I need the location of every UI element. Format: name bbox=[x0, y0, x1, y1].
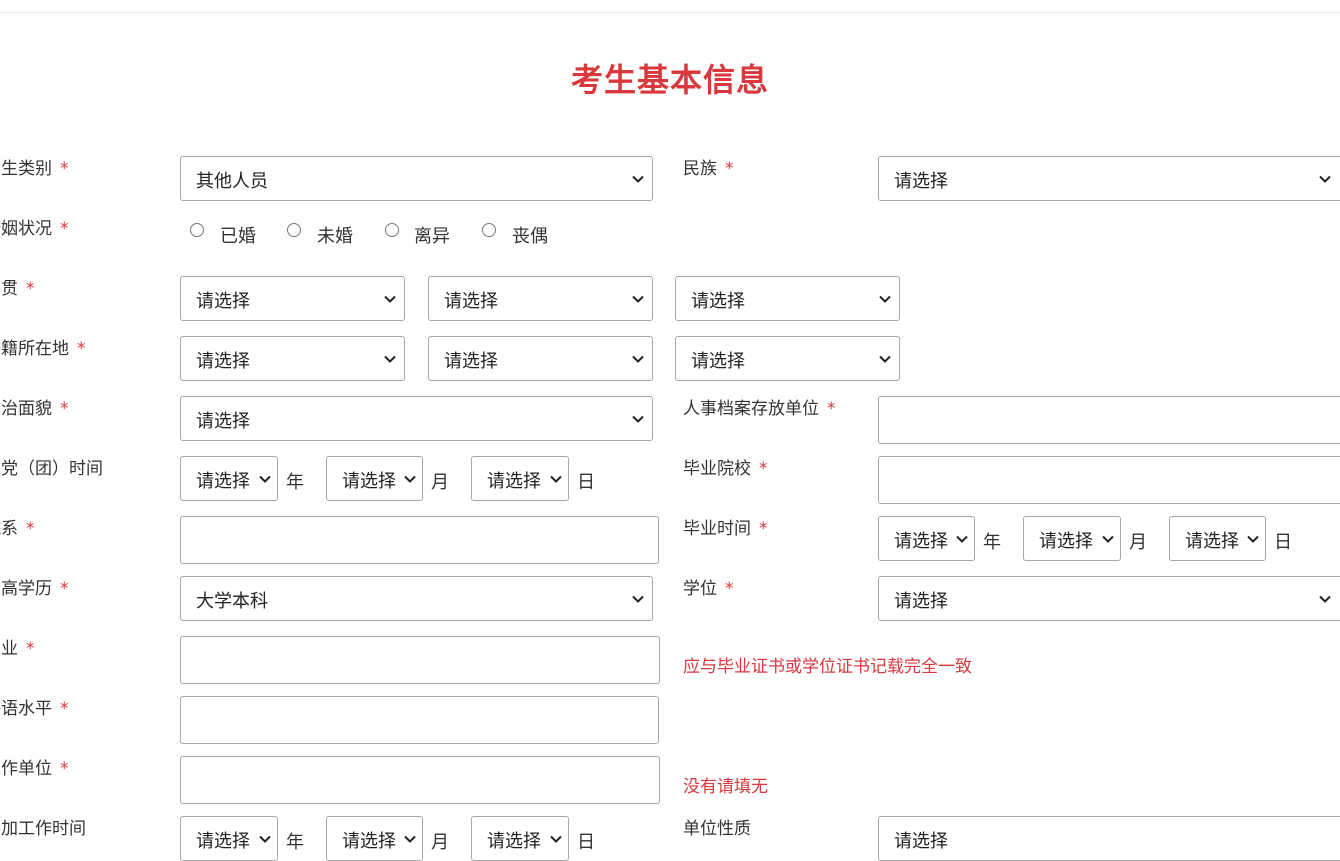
label-native-place: 籍贯* bbox=[0, 279, 35, 299]
radio-married[interactable] bbox=[190, 223, 204, 237]
unit-nature-select[interactable]: 请选择 bbox=[878, 816, 1340, 861]
unit-day: 日 bbox=[577, 472, 595, 493]
chevron-down-icon bbox=[879, 295, 891, 303]
label-department: 院系* bbox=[0, 519, 35, 539]
chevron-down-icon bbox=[1247, 535, 1259, 543]
party-year-select[interactable]: 请选择 bbox=[180, 456, 278, 501]
work-year-select[interactable]: 请选择 bbox=[180, 816, 278, 861]
label-unit-nature: 单位性质 bbox=[683, 819, 751, 839]
label-ethnicity: 民族 * bbox=[683, 159, 734, 179]
page-title: 考生基本信息 bbox=[570, 61, 769, 99]
radio-divorced[interactable] bbox=[385, 223, 399, 237]
archive-unit-input[interactable] bbox=[878, 396, 1340, 444]
language-input[interactable] bbox=[180, 696, 659, 744]
radio-unmarried[interactable] bbox=[287, 223, 301, 237]
unit-day: 日 bbox=[577, 832, 595, 853]
radio-label-widowed: 丧偶 bbox=[512, 226, 548, 247]
chevron-down-icon bbox=[259, 475, 271, 483]
chevron-down-icon bbox=[550, 475, 562, 483]
unit-year: 年 bbox=[983, 532, 1001, 553]
chevron-down-icon bbox=[550, 835, 562, 843]
chevron-down-icon bbox=[879, 355, 891, 363]
household-province-select[interactable]: 请选择 bbox=[180, 336, 405, 381]
label-party-date: 入党（团）时间 bbox=[0, 459, 103, 479]
native-county-select[interactable]: 请选择 bbox=[675, 276, 900, 321]
chevron-down-icon bbox=[632, 175, 644, 183]
native-province-select[interactable]: 请选择 bbox=[180, 276, 405, 321]
radio-label-unmarried: 未婚 bbox=[317, 226, 353, 247]
unit-month: 月 bbox=[431, 832, 449, 853]
radio-widowed[interactable] bbox=[482, 223, 496, 237]
chevron-down-icon bbox=[632, 415, 644, 423]
political-select[interactable]: 请选择 bbox=[180, 396, 653, 441]
label-political: 政治面貌* bbox=[0, 399, 69, 419]
chevron-down-icon bbox=[1319, 175, 1331, 183]
label-household: 户籍所在地* bbox=[0, 339, 86, 359]
chevron-down-icon bbox=[632, 355, 644, 363]
label-work-start: 参加工作时间 bbox=[0, 819, 86, 839]
grad-month-select[interactable]: 请选择 bbox=[1023, 516, 1121, 561]
department-input[interactable] bbox=[180, 516, 659, 564]
top-divider bbox=[0, 12, 1340, 13]
label-language: 外语水平* bbox=[0, 699, 69, 719]
native-city-select[interactable]: 请选择 bbox=[428, 276, 653, 321]
grad-day-select[interactable]: 请选择 bbox=[1169, 516, 1266, 561]
major-hint: 应与毕业证书或学位证书记载完全一致 bbox=[683, 657, 972, 677]
label-marital: 婚姻状况* bbox=[0, 219, 69, 239]
chevron-down-icon bbox=[1102, 535, 1114, 543]
education-select[interactable]: 大学本科 bbox=[180, 576, 653, 621]
chevron-down-icon bbox=[404, 835, 416, 843]
grad-year-select[interactable]: 请选择 bbox=[878, 516, 975, 561]
label-school: 毕业院校 * bbox=[683, 459, 768, 479]
unit-month: 月 bbox=[1129, 532, 1147, 553]
chevron-down-icon bbox=[404, 475, 416, 483]
radio-label-divorced: 离异 bbox=[414, 226, 450, 247]
chevron-down-icon bbox=[384, 355, 396, 363]
unit-day: 日 bbox=[1274, 532, 1292, 553]
household-city-select[interactable]: 请选择 bbox=[428, 336, 653, 381]
chevron-down-icon bbox=[384, 295, 396, 303]
label-category: 考生类别* bbox=[0, 159, 69, 179]
label-degree: 学位 * bbox=[683, 579, 734, 599]
major-input[interactable] bbox=[180, 636, 660, 684]
work-day-select[interactable]: 请选择 bbox=[471, 816, 569, 861]
ethnicity-select[interactable]: 请选择 bbox=[878, 156, 1340, 201]
chevron-down-icon bbox=[259, 835, 271, 843]
category-select[interactable]: 其他人员 bbox=[180, 156, 653, 201]
school-input[interactable] bbox=[878, 456, 1340, 504]
unit-year: 年 bbox=[286, 472, 304, 493]
party-month-select[interactable]: 请选择 bbox=[326, 456, 423, 501]
chevron-down-icon bbox=[632, 595, 644, 603]
radio-label-married: 已婚 bbox=[220, 226, 256, 247]
household-county-select[interactable]: 请选择 bbox=[675, 336, 900, 381]
label-education: 最高学历* bbox=[0, 579, 69, 599]
label-grad-date: 毕业时间 * bbox=[683, 519, 768, 539]
chevron-down-icon bbox=[956, 535, 968, 543]
party-day-select[interactable]: 请选择 bbox=[471, 456, 569, 501]
unit-year: 年 bbox=[286, 832, 304, 853]
label-major: 专业* bbox=[0, 639, 35, 659]
employer-input[interactable] bbox=[180, 756, 660, 804]
degree-select[interactable]: 请选择 bbox=[878, 576, 1340, 621]
chevron-down-icon bbox=[632, 295, 644, 303]
chevron-down-icon bbox=[1319, 595, 1331, 603]
unit-month: 月 bbox=[431, 472, 449, 493]
label-employer: 工作单位* bbox=[0, 759, 69, 779]
label-archive-unit: 人事档案存放单位 * bbox=[683, 399, 836, 419]
employer-hint: 没有请填无 bbox=[683, 777, 768, 797]
work-month-select[interactable]: 请选择 bbox=[326, 816, 423, 861]
